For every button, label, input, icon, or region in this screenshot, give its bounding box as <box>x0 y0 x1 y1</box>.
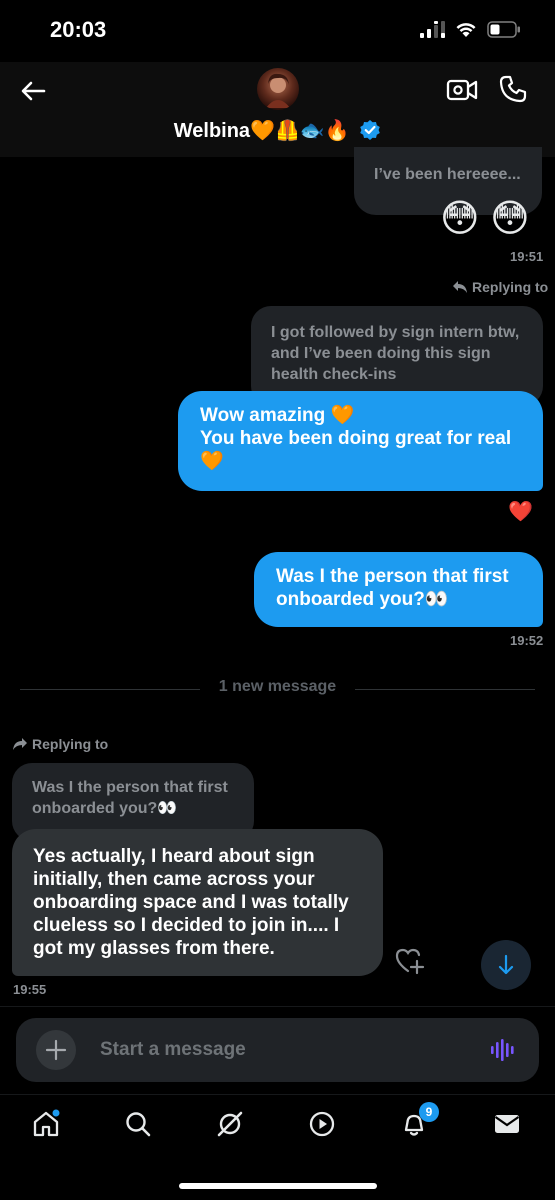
bottom-navigation: 9 <box>0 1094 555 1154</box>
message-composer <box>16 1018 539 1082</box>
add-media-button[interactable] <box>36 1030 76 1070</box>
sent-message-bubble[interactable]: Was I the person that first onboarded yo… <box>254 552 543 627</box>
message-text: Was I the person that first onboarded yo… <box>276 566 509 610</box>
message-timestamp: 19:52 <box>510 633 544 648</box>
divider-line-right <box>355 689 535 690</box>
message-input[interactable] <box>100 1036 460 1064</box>
received-message-bubble[interactable]: Yes actually, I heard about sign initial… <box>12 829 383 976</box>
voice-message-icon[interactable] <box>490 1038 518 1062</box>
replying-to-label: Replying to <box>12 736 108 752</box>
home-icon[interactable] <box>31 1109 61 1139</box>
scroll-to-bottom-button[interactable] <box>481 940 531 990</box>
add-reaction-icon[interactable] <box>395 947 425 975</box>
message-text-line-2: You have been doing great for real 🧡 <box>200 428 512 472</box>
message-timestamp: 19:55 <box>13 982 47 997</box>
cellular-signal-icon <box>420 21 445 38</box>
plus-icon <box>45 1039 67 1061</box>
reply-arrow-icon <box>453 281 467 293</box>
verified-badge-icon <box>360 120 381 140</box>
arrow-down-icon <box>498 954 514 975</box>
notifications-badge: 9 <box>419 1102 439 1122</box>
emoji-message[interactable]: 😳 😳 <box>440 196 530 242</box>
heart-reaction[interactable]: ❤️ <box>508 500 533 524</box>
avatar[interactable] <box>257 68 299 110</box>
quoted-message-text: Was I the person that first onboarded yo… <box>32 779 228 817</box>
quoted-message-text: I got followed by sign intern btw, and I… <box>271 324 520 383</box>
contact-name-text: Welbina🧡🦺🐟🔥 <box>173 120 350 142</box>
status-icons <box>419 20 521 38</box>
wifi-icon <box>456 22 476 37</box>
search-icon[interactable] <box>123 1109 153 1139</box>
message-timestamp: 19:51 <box>510 249 544 264</box>
replying-to-label: Replying to <box>452 279 548 295</box>
status-time: 20:03 <box>50 17 107 42</box>
battery-icon <box>487 20 520 38</box>
dm-screen: 20:03 Welbina🧡🦺🐟🔥 I’ve been hereeee... 😳… <box>0 0 555 1200</box>
forward-arrow-icon <box>13 738 27 750</box>
sent-message-bubble[interactable]: Wow amazing 🧡 You have been doing great … <box>178 391 543 491</box>
video-call-icon[interactable] <box>446 76 478 104</box>
messages-envelope-icon[interactable] <box>492 1109 522 1139</box>
message-text: I’ve been hereeee... <box>374 166 521 183</box>
back-arrow-icon[interactable] <box>18 76 48 106</box>
composer-divider <box>0 1006 555 1007</box>
conversation-header: Welbina🧡🦺🐟🔥 <box>0 62 555 157</box>
status-bar: 20:03 <box>0 0 555 62</box>
video-play-icon[interactable] <box>307 1109 337 1139</box>
avatar-image <box>266 73 290 108</box>
home-indicator <box>179 1183 377 1189</box>
grok-icon[interactable] <box>215 1109 245 1139</box>
message-text: Yes actually, I heard about sign initial… <box>33 846 349 959</box>
message-text-line-1: Wow amazing 🧡 <box>200 405 355 426</box>
phone-call-icon[interactable] <box>498 74 528 104</box>
contact-name[interactable]: Welbina🧡🦺🐟🔥 <box>0 118 555 143</box>
new-message-divider: 1 new message <box>218 678 337 695</box>
